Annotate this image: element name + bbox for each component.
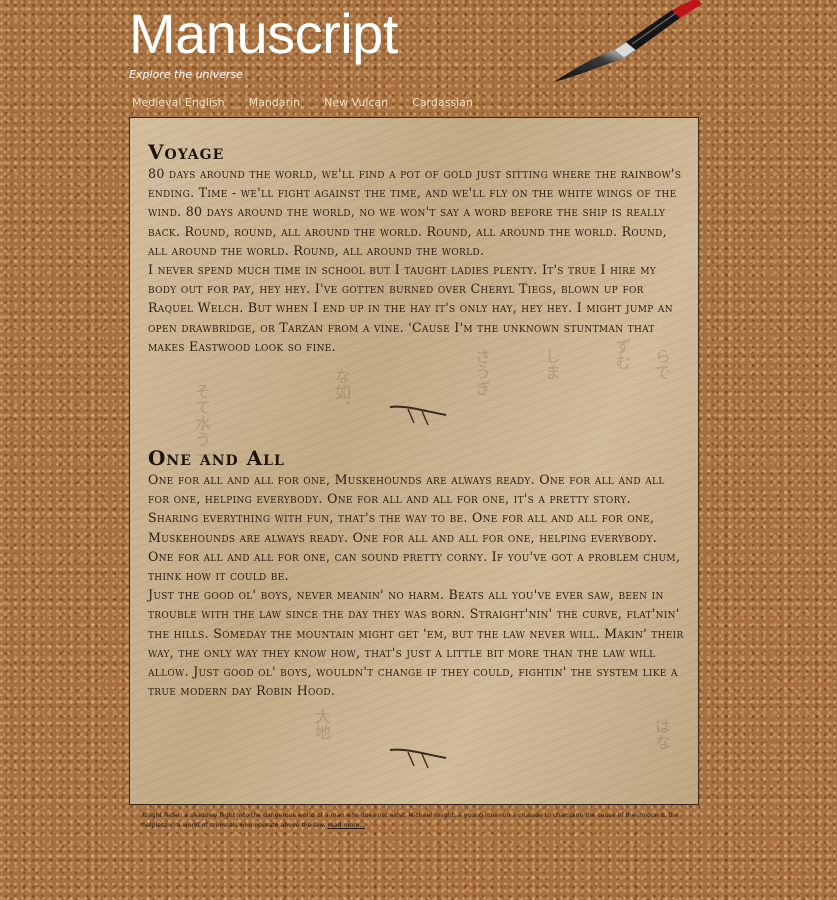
- main-nav: Medieval English Mandarin New Vulcan Car…: [132, 96, 497, 109]
- content-panel: そて水う一 な如、 さうぎ しま ずむ らで 大地 はな Voyage 80 d…: [129, 117, 699, 805]
- nav-link-medieval-english[interactable]: Medieval English: [132, 96, 225, 109]
- background-calligraphy: 大地: [312, 708, 331, 740]
- ink-brush-mark: [389, 405, 447, 426]
- site-title: Manuscript: [129, 2, 398, 65]
- article-one-and-all: One and All One for all and all for one,…: [148, 446, 684, 700]
- article-paragraph: I never spend much time in school but I …: [148, 262, 673, 354]
- footer-text: Knight Rider: a shadowy flight into the …: [142, 812, 679, 829]
- paintbrush-icon: [554, 0, 702, 82]
- article-paragraph: One for all and all for one, Muskehounds…: [148, 472, 681, 584]
- article-heading: One and All: [148, 446, 285, 470]
- article-heading: Voyage: [148, 140, 225, 164]
- article-paragraph: 80 days around the world, we'll find a p…: [148, 166, 682, 258]
- nav-link-new-vulcan[interactable]: New Vulcan: [324, 96, 388, 109]
- nav-link-mandarin[interactable]: Mandarin: [249, 96, 300, 109]
- ink-brush-mark: [389, 748, 447, 769]
- background-calligraphy: はな: [652, 718, 671, 750]
- article-voyage: Voyage 80 days around the world, we'll f…: [148, 140, 684, 356]
- read-more-link[interactable]: read more...: [327, 822, 365, 829]
- article-paragraph: Just the good ol' boys, never meanin' no…: [148, 587, 684, 699]
- footer: Knight Rider: a shadowy flight into the …: [142, 811, 702, 831]
- nav-link-cardassian[interactable]: Cardassian: [412, 96, 473, 109]
- background-calligraphy: な如、: [332, 368, 351, 416]
- site-tagline: Explore the universe: [129, 68, 243, 81]
